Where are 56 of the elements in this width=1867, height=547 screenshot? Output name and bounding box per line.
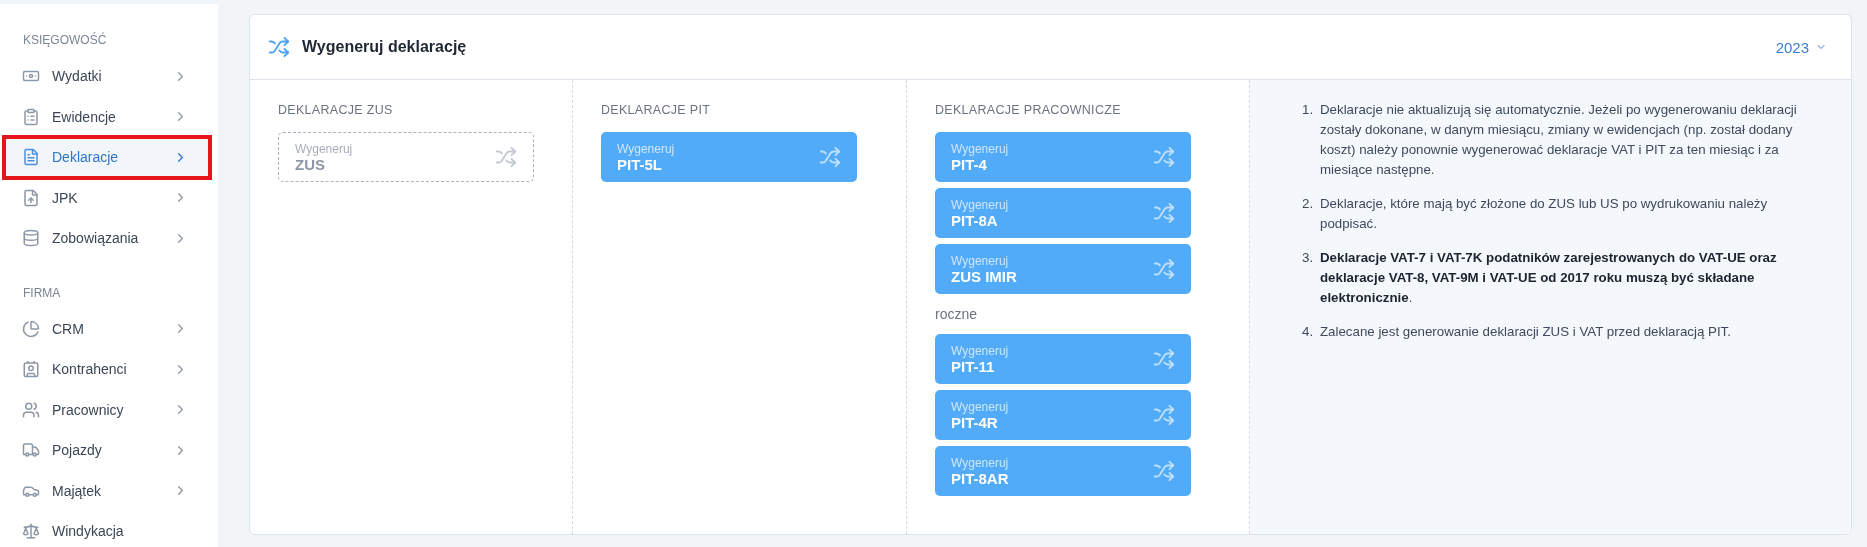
scale-icon bbox=[22, 522, 40, 541]
sidebar-item-label: Ewidencje bbox=[52, 108, 117, 125]
document-icon bbox=[22, 148, 40, 167]
truck-icon bbox=[22, 441, 40, 460]
sidebar-item[interactable]: Pracownicy bbox=[4, 389, 210, 430]
sidebar-item-label: Pojazdy bbox=[52, 442, 103, 459]
note-text: Deklaracje VAT-7 i VAT-7K podatników zarejestrowanych do VAT-UE oraz deklaracje VAT-8, VAT-9M i VAT-UE od 2017 roku muszą być składane elektronicznie. bbox=[1320, 249, 1778, 307]
shuffle-icon bbox=[495, 146, 517, 168]
shuffle-icon bbox=[1153, 146, 1175, 168]
column-title: DEKLARACJE PIT bbox=[601, 103, 712, 117]
shuffle-icon bbox=[1153, 460, 1175, 482]
shuffle-icon bbox=[1153, 404, 1175, 426]
note-text: Zalecane jest generowanie deklaracji ZUS i VAT przed deklaracją PIT. bbox=[1320, 323, 1732, 341]
sidebar-item[interactable]: Wydatki bbox=[4, 56, 210, 97]
sidebar-section-title: FIRMA bbox=[22, 284, 62, 302]
sidebar-item[interactable]: Zobowiązania bbox=[4, 218, 210, 259]
shuffle-icon bbox=[268, 36, 290, 58]
note-number: 4. bbox=[1302, 323, 1315, 341]
column-title: DEKLARACJE PRACOWNICZE bbox=[935, 103, 1122, 117]
shuffle-icon bbox=[1153, 202, 1175, 224]
column-title: DEKLARACJE ZUS bbox=[278, 103, 394, 117]
sidebar-item-label: Majątek bbox=[52, 482, 103, 499]
people-icon bbox=[22, 400, 40, 419]
sidebar-item[interactable]: Windykacja bbox=[4, 511, 210, 547]
sidebar-item[interactable]: JPK bbox=[4, 177, 210, 218]
clipboard-icon bbox=[22, 107, 40, 126]
sidebar-item[interactable]: CRM bbox=[4, 308, 210, 349]
sidebar-item-label: Windykacja bbox=[52, 523, 125, 540]
sidebar-item-label: JPK bbox=[52, 189, 79, 206]
note-number: 1. bbox=[1302, 101, 1315, 119]
card-title: Wygeneruj deklarację bbox=[302, 38, 468, 56]
shuffle-icon bbox=[819, 146, 841, 168]
note-number: 2. bbox=[1302, 195, 1315, 213]
shuffle-icon bbox=[1153, 258, 1175, 280]
sidebar-item-label: CRM bbox=[52, 320, 85, 337]
year-dropdown[interactable]: 2023 bbox=[1769, 37, 1833, 57]
sidebar-item-label: Deklaracje bbox=[52, 149, 120, 166]
sidebar-item-label: Kontrahenci bbox=[52, 361, 128, 378]
sidebar-item[interactable]: Pojazdy bbox=[4, 430, 210, 471]
note-text: Deklaracje nie aktualizują się automatycznie. Jeżeli po wygenerowaniu deklaracji zostały dokonane, w danym miesiącu, zmiany w ewidencjach (np. został dodany koszt) należy ponownie wygenerować deklaracje VAT i PIT za ten miesiąc i za miesiące następne. bbox=[1320, 101, 1798, 179]
sidebar-item-label: Zobowiązania bbox=[52, 230, 140, 247]
pie-chart-icon bbox=[22, 319, 40, 338]
contact-card-icon bbox=[22, 360, 40, 379]
coin-stack-icon bbox=[22, 229, 40, 248]
sidebar-item-label: Wydatki bbox=[52, 68, 103, 85]
sidebar-item[interactable]: Deklaracje bbox=[4, 137, 210, 178]
upload-document-icon bbox=[22, 188, 40, 207]
sidebar-item[interactable]: Kontrahenci bbox=[4, 349, 210, 390]
note-text: Deklaracje, które mają być złożone do ZUS lub US po wydrukowaniu należy podpisać. bbox=[1320, 195, 1769, 233]
shuffle-icon bbox=[1153, 348, 1175, 370]
sidebar-item[interactable]: Ewidencje bbox=[4, 96, 210, 137]
note-number: 3. bbox=[1302, 249, 1315, 267]
sidebar-item-label: Pracownicy bbox=[52, 401, 125, 418]
group-subtitle: roczne bbox=[935, 306, 979, 322]
sidebar-section-title: KSIĘGOWOŚĆ bbox=[22, 31, 108, 49]
sidebar-item[interactable]: Majątek bbox=[4, 470, 210, 511]
